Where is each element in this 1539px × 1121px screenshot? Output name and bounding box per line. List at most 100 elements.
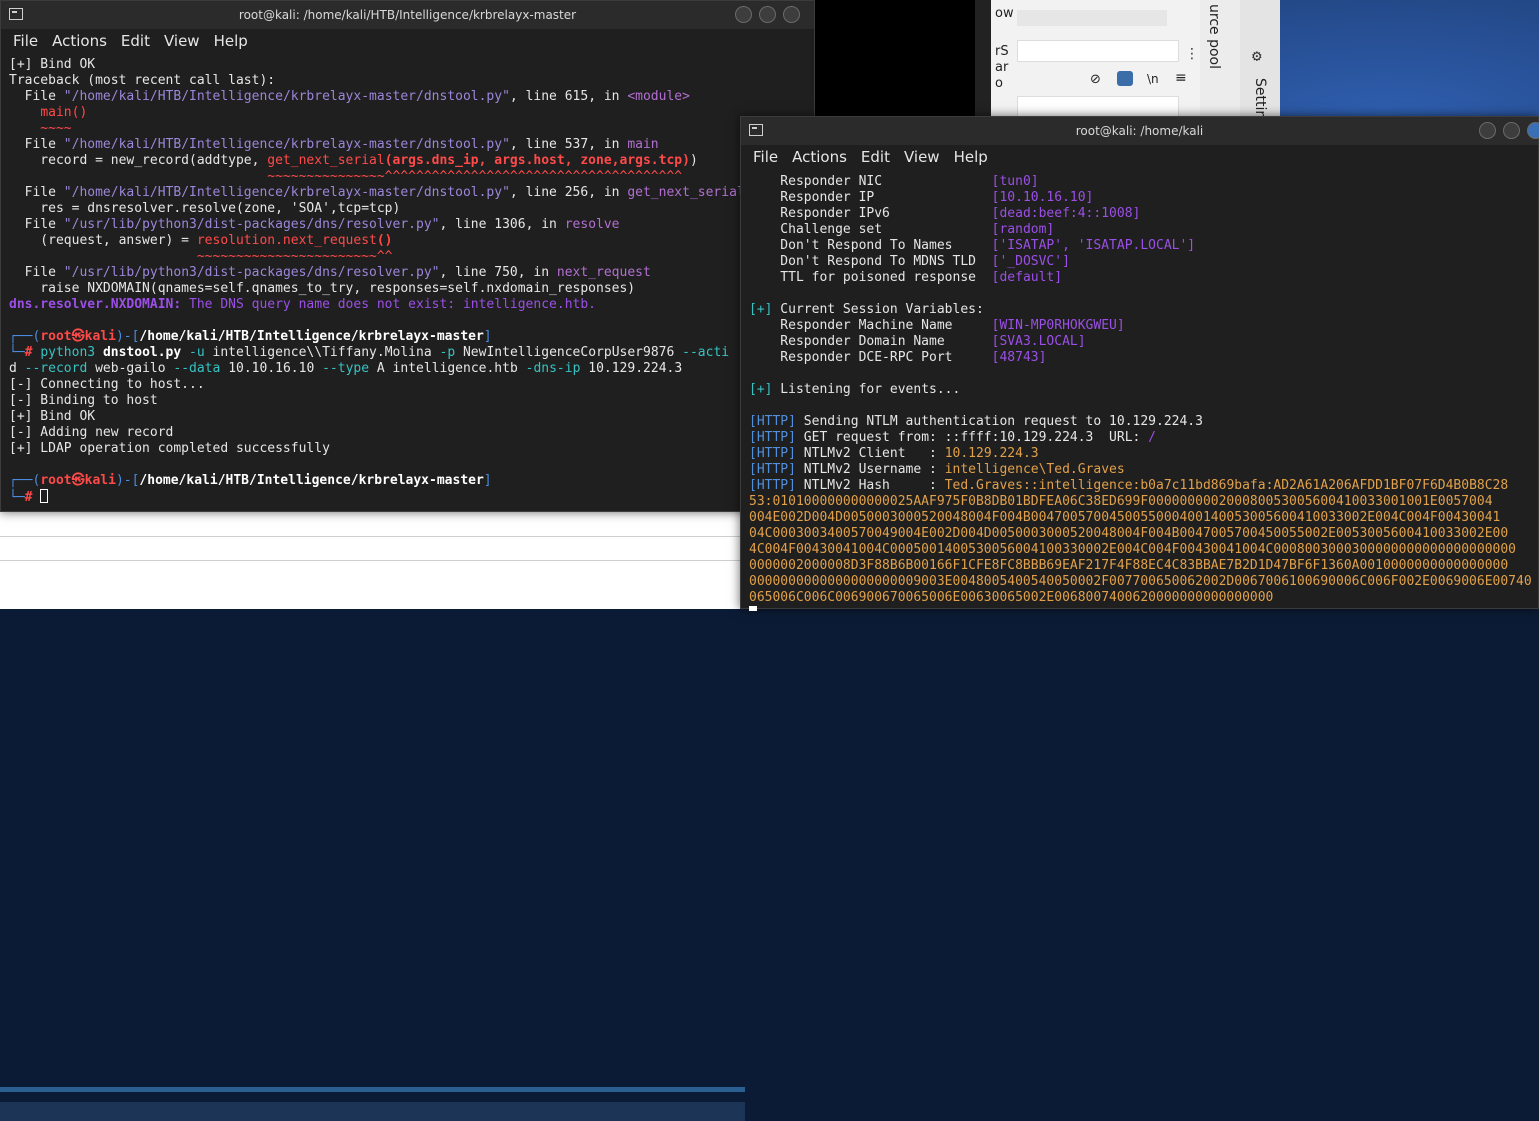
menu-file[interactable]: File <box>13 32 38 50</box>
terminal-line: ~~~~~~~~~~~~~~~^^^^^^^^^^^^^^^^^^^^^^^^^… <box>9 169 814 185</box>
terminal-segment: File <box>9 185 64 200</box>
terminal-segment: 065006C006C006900670065006E00630065002E0… <box>749 590 1274 605</box>
terminal-segment: NTLMv2 Client : <box>795 446 945 461</box>
terminal-segment: -dns-ip <box>525 361 589 376</box>
terminal-line: [+] Listening for events... <box>749 382 1538 398</box>
terminal-line: record = new_record(addtype, get_next_se… <box>9 153 814 169</box>
menu-actions[interactable]: Actions <box>52 32 107 50</box>
kebab-menu-icon[interactable]: ⋮ <box>1185 46 1199 62</box>
left-terminal-window[interactable]: root@kali: /home/kali/HTB/Intelligence/k… <box>0 0 815 512</box>
right-terminal-titlebar[interactable]: root@kali: /home/kali <box>741 117 1539 145</box>
visibility-off-icon[interactable]: ⊘ <box>1090 72 1101 87</box>
terminal-segment: get_next_serial <box>267 153 385 168</box>
window-title: root@kali: /home/kali/HTB/Intelligence/k… <box>238 8 577 22</box>
terminal-line: Traceback (most recent call last): <box>9 73 814 89</box>
menu-edit[interactable]: Edit <box>861 148 890 166</box>
terminal-segment: 04C0003003400570049004E002D004D005000300… <box>749 526 1509 541</box>
terminal-line: Responder Domain Name [SVA3.LOCAL] <box>749 334 1538 350</box>
right-terminal-window[interactable]: root@kali: /home/kali File Actions Edit … <box>740 116 1539 611</box>
terminal-line: File "/usr/lib/python3/dist-packages/dns… <box>9 265 814 281</box>
maximize-button[interactable] <box>1503 122 1520 139</box>
terminal-segment: 0000002000008D3F88B6B00166F1CFE8FC8BBB69… <box>749 558 1509 573</box>
terminal-segment: / <box>1148 430 1156 445</box>
terminal-line: Responder Machine Name [WIN-MP0RHOKGWEU] <box>749 318 1538 334</box>
terminal-segment: python3 <box>40 345 103 360</box>
wrap-toggle-icon[interactable] <box>1117 71 1133 86</box>
window-title: root@kali: /home/kali <box>1075 124 1204 138</box>
terminal-segment: , line 1306, in <box>439 217 565 232</box>
terminal-segment: Don't Respond To MDNS TLD <box>749 254 992 269</box>
terminal-segment: -p <box>439 345 463 360</box>
terminal-line: ~~~~~~~~~~~~~~~~~~~~~~~^^ <box>9 249 814 265</box>
terminal-segment: [+] Bind OK <box>9 409 96 424</box>
terminal-segment: Responder IP <box>749 190 992 205</box>
terminal-segment: [HTTP] <box>749 478 796 493</box>
terminal-line: Responder NIC [tun0] <box>749 174 1538 190</box>
terminal-line: [HTTP] NTLMv2 Username : intelligence\Te… <box>749 462 1538 478</box>
terminal-segment: () <box>376 233 393 248</box>
terminal-segment: ] <box>483 473 492 488</box>
terminal-segment: # <box>24 345 41 360</box>
terminal-line: [HTTP] NTLMv2 Client : 10.129.224.3 <box>749 446 1538 462</box>
terminal-segment: Ted.Graves::intelligence:b0a7c11bd869baf… <box>944 478 1509 493</box>
source-pool-label: urce pool <box>1206 4 1222 69</box>
background-browser-window <box>815 0 975 120</box>
terminal-segment: Responder NIC <box>749 174 992 189</box>
menu-view[interactable]: View <box>164 32 200 50</box>
terminal-segment: , line 256, in <box>509 185 628 200</box>
terminal-segment: GET request from: ::ffff:10.129.224.3 UR… <box>795 430 1149 445</box>
terminal-segment: Traceback (most recent call last): <box>9 73 276 88</box>
terminal-segment: --acti <box>682 345 730 360</box>
panel-fragment: rS <box>995 44 1009 59</box>
terminal-segment: 10.129.224.3 <box>588 361 683 376</box>
menu-view[interactable]: View <box>904 148 940 166</box>
terminal-segment: Sending NTLM authentication request to 1… <box>795 414 1203 429</box>
terminal-line: ┌──(root㉿kali)-[/home/kali/HTB/Intellige… <box>9 473 814 489</box>
terminal-line: File "/usr/lib/python3/dist-packages/dns… <box>9 217 814 233</box>
background-panel: ow rS ar o ⋮ ⊘ \n ≡ <box>975 0 1220 120</box>
minimize-button[interactable] <box>735 6 752 23</box>
terminal-line: (request, answer) = resolution.next_requ… <box>9 233 814 249</box>
left-terminal-output[interactable]: [+] Bind OK Traceback (most recent call l… <box>1 53 814 513</box>
terminal-segment: 004E002D004D0050003000520048004F004B0047… <box>749 510 1501 525</box>
minimize-button[interactable] <box>1479 122 1496 139</box>
terminal-line: Responder DCE-RPC Port [48743] <box>749 350 1538 366</box>
right-terminal-output[interactable]: Responder NIC [tun0] Responder IP [10.10… <box>741 169 1538 611</box>
terminal-line: Don't Respond To Names ['ISATAP', 'ISATA… <box>749 238 1538 254</box>
terminal-segment: ~~~~~~~~~~~~~~~~~~~~~~~^^ <box>9 249 393 264</box>
terminal-segment: ┌──( <box>9 329 41 344</box>
terminal-segment: "/home/kali/HTB/Intelligence/krbrelayx-m… <box>63 137 510 152</box>
terminal-line: 0000002000008D3F88B6B00166F1CFE8FC8BBB69… <box>749 558 1538 574</box>
menu-file[interactable]: File <box>753 148 778 166</box>
terminal-segment: Responder Domain Name <box>749 334 992 349</box>
menu-help[interactable]: Help <box>954 148 988 166</box>
terminal-segment: [10.10.16.10] <box>991 190 1094 205</box>
menu-actions[interactable]: Actions <box>792 148 847 166</box>
terminal-line: Responder IP [10.10.16.10] <box>749 190 1538 206</box>
terminal-segment: 53:010100000000000025AAF975F0B8DB01BDFEA… <box>749 494 1493 509</box>
menu-help[interactable]: Help <box>214 32 248 50</box>
menu-edit[interactable]: Edit <box>121 32 150 50</box>
terminal-segment: main <box>627 137 659 152</box>
terminal-segment: , line 615, in <box>509 89 628 104</box>
terminal-segment: --record <box>24 361 96 376</box>
menu-lines-icon[interactable]: ≡ <box>1175 70 1187 86</box>
gear-icon[interactable]: ⚙ <box>1252 46 1262 65</box>
newline-icon[interactable]: \n <box>1147 72 1159 86</box>
terminal-segment: "/usr/lib/python3/dist-packages/dns/reso… <box>63 265 440 280</box>
panel-fragment: ar <box>995 60 1009 75</box>
left-terminal-titlebar[interactable]: root@kali: /home/kali/HTB/Intelligence/k… <box>1 1 814 29</box>
maximize-button[interactable] <box>759 6 776 23</box>
close-button[interactable] <box>1527 122 1539 139</box>
terminal-segment: File <box>9 89 64 104</box>
terminal-line: [HTTP] Sending NTLM authentication reque… <box>749 414 1538 430</box>
terminal-segment: root㉿kali <box>40 473 116 488</box>
terminal-segment: "/home/kali/HTB/Intelligence/krbrelayx-m… <box>63 185 510 200</box>
terminal-segment: [+] <box>749 302 773 317</box>
close-button[interactable] <box>783 6 800 23</box>
terminal-line: 4C004F00430041004C0005001400530056004100… <box>749 542 1538 558</box>
